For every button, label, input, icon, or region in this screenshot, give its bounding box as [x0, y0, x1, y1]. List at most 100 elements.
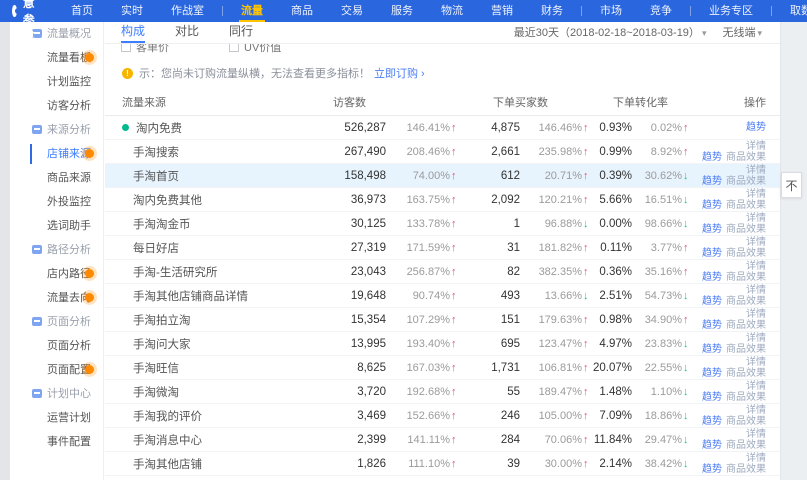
metric-value: 0.93%: [599, 122, 632, 134]
sidebar-item-8[interactable]: 选词助手: [10, 214, 103, 238]
product-effect-link[interactable]: 商品效果: [726, 344, 766, 355]
source-cell: 手淘微淘: [105, 384, 301, 400]
sidebar-section-4[interactable]: 来源分析: [10, 118, 103, 142]
detail-link[interactable]: 详情: [746, 141, 766, 152]
trend-link[interactable]: 趋势: [702, 224, 722, 235]
detail-link[interactable]: 详情: [746, 429, 766, 440]
metric-change: 30.62%: [632, 170, 682, 182]
tab-0[interactable]: 构成: [121, 22, 145, 43]
nav-item-7[interactable]: 物流: [427, 0, 477, 22]
nav-item-12[interactable]: 业务专区: [695, 0, 767, 22]
nav-item-10[interactable]: 市场: [586, 0, 636, 22]
trend-link[interactable]: 趋势: [702, 248, 722, 259]
detail-link[interactable]: 详情: [746, 381, 766, 392]
sidebar-section-12[interactable]: 页面分析: [10, 310, 103, 334]
trend-link[interactable]: 趋势: [746, 122, 766, 133]
detail-link[interactable]: 详情: [746, 357, 766, 368]
trend-link[interactable]: 趋势: [702, 416, 722, 427]
product-effect-link[interactable]: 商品效果: [726, 392, 766, 403]
source-cell: 淘内免费其他: [105, 192, 301, 208]
trend-link[interactable]: 趋势: [702, 464, 722, 475]
nav-item-8[interactable]: 营销: [477, 0, 527, 22]
source-label: 手淘问大家: [133, 336, 191, 352]
sidebar-item-1[interactable]: 流量看板: [10, 46, 103, 70]
product-effect-link[interactable]: 商品效果: [726, 272, 766, 283]
detail-link[interactable]: 详情: [746, 285, 766, 296]
sidebar-item-6[interactable]: 商品来源: [10, 166, 103, 190]
sidebar-item-16[interactable]: 运营计划: [10, 406, 103, 430]
app-brand[interactable]: 生意参谋: [0, 0, 57, 45]
trend-link[interactable]: 趋势: [702, 176, 722, 187]
sidebar-item-10[interactable]: 店内路径: [10, 262, 103, 286]
nav-item-9[interactable]: 财务: [527, 0, 577, 22]
metric-change: 146.46%: [520, 122, 582, 134]
trend-link[interactable]: 趋势: [702, 392, 722, 403]
detail-link[interactable]: 详情: [746, 237, 766, 248]
detail-link[interactable]: 详情: [746, 261, 766, 272]
tab-1[interactable]: 对比: [175, 22, 199, 43]
nav-item-6[interactable]: 服务: [377, 0, 427, 22]
metric-checkbox-0[interactable]: 客单价: [121, 44, 169, 55]
nav-item-13[interactable]: 取数: [776, 0, 807, 22]
trend-link[interactable]: 趋势: [702, 344, 722, 355]
nav-item-1[interactable]: 实时: [107, 0, 157, 22]
arrow-down-icon: ↓: [682, 458, 693, 470]
trend-link[interactable]: 趋势: [702, 152, 722, 163]
product-effect-link[interactable]: 商品效果: [726, 296, 766, 307]
nav-item-5[interactable]: 交易: [327, 0, 377, 22]
metric-change: 23.83%: [632, 338, 682, 350]
nav-item-0[interactable]: 首页: [57, 0, 107, 22]
metric-change: 8.92%: [632, 146, 682, 158]
sidebar-item-13[interactable]: 页面分析: [10, 334, 103, 358]
product-effect-link[interactable]: 商品效果: [726, 464, 766, 475]
product-effect-link[interactable]: 商品效果: [726, 200, 766, 211]
metric-cell: 82382.35%↑: [461, 266, 593, 278]
product-effect-link[interactable]: 商品效果: [726, 152, 766, 163]
detail-link[interactable]: 详情: [746, 333, 766, 344]
nav-item-4[interactable]: 商品: [277, 0, 327, 22]
sidebar-label: 选词助手: [10, 214, 103, 238]
sidebar-item-17[interactable]: 事件配置: [10, 430, 103, 454]
metric-checkbox-1[interactable]: UV价值: [229, 44, 281, 55]
terminal-selector[interactable]: 无线端▾: [722, 24, 762, 40]
nav-menu: 首页实时作战室流量商品交易服务物流营销财务市场竞争业务专区取数学院: [57, 0, 807, 22]
detail-link[interactable]: 详情: [746, 453, 766, 464]
float-side-button[interactable]: 不: [781, 172, 802, 198]
sidebar-item-14[interactable]: 页面配置: [10, 358, 103, 382]
detail-link[interactable]: 详情: [746, 309, 766, 320]
sidebar-item-7[interactable]: 外投监控: [10, 190, 103, 214]
detail-link[interactable]: 详情: [746, 189, 766, 200]
trend-link[interactable]: 趋势: [702, 296, 722, 307]
detail-link[interactable]: 详情: [746, 405, 766, 416]
product-effect-link[interactable]: 商品效果: [726, 224, 766, 235]
product-effect-link[interactable]: 商品效果: [726, 320, 766, 331]
tab-2[interactable]: 同行: [229, 22, 253, 43]
trend-link[interactable]: 趋势: [702, 320, 722, 331]
product-effect-link[interactable]: 商品效果: [726, 248, 766, 259]
nav-item-11[interactable]: 竞争: [636, 0, 686, 22]
source-cell: 手淘其他店铺商品详情: [105, 288, 301, 304]
sidebar-item-11[interactable]: 流量去向: [10, 286, 103, 310]
metric-checkbox-strip: 客单价 UV价值: [105, 44, 780, 58]
product-effect-link[interactable]: 商品效果: [726, 368, 766, 379]
sidebar-item-2[interactable]: 计划监控: [10, 70, 103, 94]
date-range-selector[interactable]: 最近30天（2018-02-18~2018-03-19）▾: [514, 24, 707, 40]
sidebar-item-3[interactable]: 访客分析: [10, 94, 103, 118]
trend-link[interactable]: 趋势: [702, 368, 722, 379]
nav-item-3[interactable]: 流量: [227, 0, 277, 22]
sidebar-section-9[interactable]: 路径分析: [10, 238, 103, 262]
sidebar-section-15[interactable]: 计划中心: [10, 382, 103, 406]
nav-item-2[interactable]: 作战室: [157, 0, 218, 22]
trend-link[interactable]: 趋势: [702, 200, 722, 211]
trend-link[interactable]: 趋势: [702, 440, 722, 451]
product-effect-link[interactable]: 商品效果: [726, 176, 766, 187]
arrow-up-icon: ↑: [582, 338, 593, 350]
product-effect-link[interactable]: 商品效果: [726, 416, 766, 427]
trend-link[interactable]: 趋势: [702, 272, 722, 283]
sidebar-item-5[interactable]: 店铺来源: [10, 142, 103, 166]
detail-link[interactable]: 详情: [746, 213, 766, 224]
subscribe-link[interactable]: 立即订购 ›: [374, 65, 425, 81]
metric-value: 31: [507, 242, 520, 254]
detail-link[interactable]: 详情: [746, 165, 766, 176]
product-effect-link[interactable]: 商品效果: [726, 440, 766, 451]
